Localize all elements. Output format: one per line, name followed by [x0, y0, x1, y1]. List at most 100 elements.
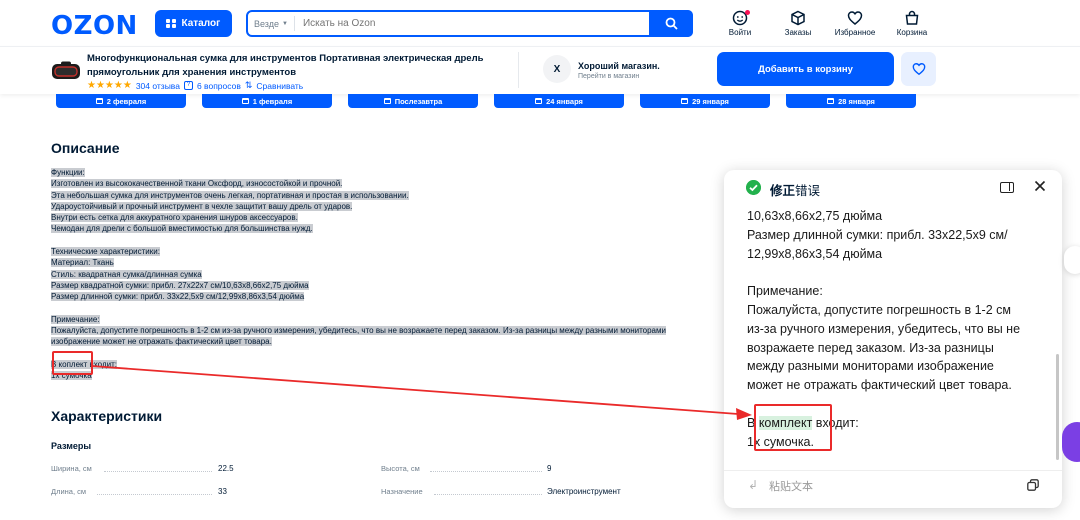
- copy-icon[interactable]: [1027, 479, 1039, 491]
- compare-icon: ⇅: [244, 80, 253, 90]
- delivery-date-button[interactable]: 24 января: [494, 94, 624, 108]
- divider: [518, 52, 519, 88]
- caret-down-icon: ▼: [282, 20, 288, 27]
- panel-title: 修正错误: [770, 184, 821, 198]
- char-value: 33: [218, 487, 227, 496]
- close-icon[interactable]: [1033, 179, 1047, 193]
- char-value: Электроинструмент: [547, 487, 621, 496]
- product-thumbnail[interactable]: [51, 60, 81, 82]
- paste-icon: ↲: [748, 478, 759, 492]
- annotation-box-typo: [52, 351, 93, 375]
- nav-login[interactable]: Войти: [726, 10, 754, 37]
- delivery-date-label: Послезавтра: [394, 96, 443, 106]
- catalog-label: Каталог: [181, 18, 221, 29]
- nav-cart[interactable]: Корзина: [893, 10, 931, 37]
- nav-login-label: Войти: [728, 28, 752, 37]
- corrected-line: Примечание:: [747, 284, 823, 299]
- shop-avatar[interactable]: X: [543, 55, 571, 83]
- calendar-icon: [681, 98, 689, 104]
- char-key: Назначение: [381, 487, 423, 496]
- search-input[interactable]: [294, 18, 649, 29]
- favorite-button[interactable]: [901, 52, 936, 86]
- shop-link[interactable]: Перейти в магазин: [578, 73, 639, 80]
- description-line: Чемодан для дрели с большой вместимостью…: [51, 224, 313, 234]
- char-key: Высота, см: [381, 464, 420, 473]
- nav-favorites[interactable]: Избранное: [830, 10, 880, 37]
- product-title: Многофункциональная сумка для инструмент…: [87, 52, 507, 80]
- description-blank: [51, 348, 721, 359]
- panel-footer-divider: [724, 470, 1062, 471]
- add-to-cart-button[interactable]: Добавить в корзину: [717, 52, 894, 86]
- catalog-button[interactable]: Каталог: [155, 10, 232, 37]
- search-scope-label: Везде: [254, 18, 279, 29]
- delivery-date-label: 28 января: [838, 96, 875, 106]
- dotted-leader: [97, 494, 212, 495]
- corrected-line: может не отражать фактический цвет товар…: [747, 378, 1012, 393]
- delivery-date-label: 24 января: [546, 96, 583, 106]
- paste-text-button[interactable]: 粘贴文本: [769, 478, 813, 494]
- char-key: Длина, см: [51, 487, 87, 496]
- delivery-date-button[interactable]: Послезавтра: [348, 94, 478, 108]
- compare-link[interactable]: Сравнивать: [256, 81, 303, 91]
- corrected-line: 10,63x8,66x2,75 дюйма: [747, 209, 883, 223]
- description-line: Внутри есть сетка для аккуратного хранен…: [51, 213, 298, 223]
- box-icon: [791, 10, 805, 26]
- heart-icon: [912, 63, 925, 76]
- correction-panel: 修正错误 10,63x8,66x2,75 дюйма Размер длинно…: [724, 170, 1062, 508]
- rating-stars[interactable]: ★★★★★: [87, 80, 132, 91]
- description-line: Пожалуйста, допустите погрешность в 1-2 …: [51, 326, 666, 336]
- nav-orders-label: Заказы: [784, 28, 812, 37]
- corrected-line: Размер длинной сумки: прибл. 33x22,5x9 с…: [747, 227, 1008, 242]
- delivery-date-label: 2 февраля: [106, 96, 147, 106]
- delivery-date-label: 29 января: [692, 96, 729, 106]
- dotted-leader: [430, 471, 542, 472]
- description-line: 1x сумочка: [51, 371, 92, 381]
- search-button[interactable]: [649, 10, 693, 37]
- corrected-line: между разными мониторами изображение: [747, 359, 994, 374]
- description-blank: [51, 235, 721, 246]
- panel-scrollbar[interactable]: [1056, 354, 1059, 460]
- delivery-date-button[interactable]: 2 февраля: [56, 94, 186, 108]
- description-line: Примечание:: [51, 314, 100, 324]
- search-box: Везде ▼: [246, 10, 693, 37]
- reviews-link[interactable]: 304 отзыва: [136, 81, 180, 91]
- char-value: 9: [547, 464, 552, 473]
- calendar-icon: [535, 98, 543, 104]
- description-line: Размер длинной сумки: прибл. 33x22,5x9 с…: [51, 292, 305, 302]
- description-blank: [51, 303, 721, 314]
- questions-link[interactable]: 6 вопросов: [197, 81, 241, 91]
- product-title-line1: Многофункциональная сумка для инструмент…: [87, 53, 484, 64]
- delivery-date-button[interactable]: 1 февраля: [202, 94, 332, 108]
- description-line: изображение может не отражать фактически…: [51, 337, 272, 347]
- corrected-line: возражаете перед заказом. Из-за разницы: [747, 340, 994, 355]
- description-line: Функции:: [51, 168, 85, 177]
- description-line: Изготовлен из высококачественной ткани О…: [51, 179, 343, 189]
- nav-cart-label: Корзина: [896, 28, 928, 37]
- calendar-icon: [95, 98, 103, 104]
- description-line: Удароустойчивый и прочный инструмент в ч…: [51, 201, 353, 211]
- description-text[interactable]: Функции: Изготовлен из высококачественно…: [51, 167, 721, 382]
- corrected-blank: [747, 263, 1047, 282]
- ozon-logo[interactable]: OZON: [51, 11, 138, 41]
- description-line: Технические характеристики:: [51, 247, 160, 257]
- nav-orders[interactable]: Заказы: [782, 10, 814, 37]
- side-panel-icon[interactable]: [1000, 182, 1014, 193]
- delivery-date-button[interactable]: 29 января: [640, 94, 770, 108]
- shop-name[interactable]: Хороший магазин.: [578, 61, 660, 71]
- search-icon: [665, 17, 678, 30]
- check-circle-icon: [746, 180, 761, 195]
- delivery-date-label: 1 февраля: [252, 96, 293, 106]
- corrected-line: Пожалуйста, допустите погрешность в 1-2 …: [747, 302, 1011, 317]
- assistant-launcher-button[interactable]: [1062, 422, 1080, 462]
- delivery-date-button[interactable]: 28 января: [786, 94, 916, 108]
- product-meta: ★★★★★ 304 отзыва ? 6 вопросов ⇅ Сравнива…: [87, 80, 303, 91]
- description-line: Размер квадратной сумки: прибл. 27x22x7 …: [51, 280, 309, 290]
- side-widget-button[interactable]: [1064, 246, 1080, 274]
- search-scope-select[interactable]: Везде ▼: [248, 16, 295, 31]
- corrected-line: из-за ручного измерения, убедитесь, что …: [747, 321, 1021, 336]
- notification-dot: [745, 10, 750, 15]
- description-line: Эта небольшая сумка для инструментов оче…: [51, 190, 409, 200]
- char-value: 22.5: [218, 464, 234, 473]
- description-line: Материал: Ткань: [51, 258, 114, 268]
- description-line: Стиль: квадратная сумка/длинная сумка: [51, 269, 202, 279]
